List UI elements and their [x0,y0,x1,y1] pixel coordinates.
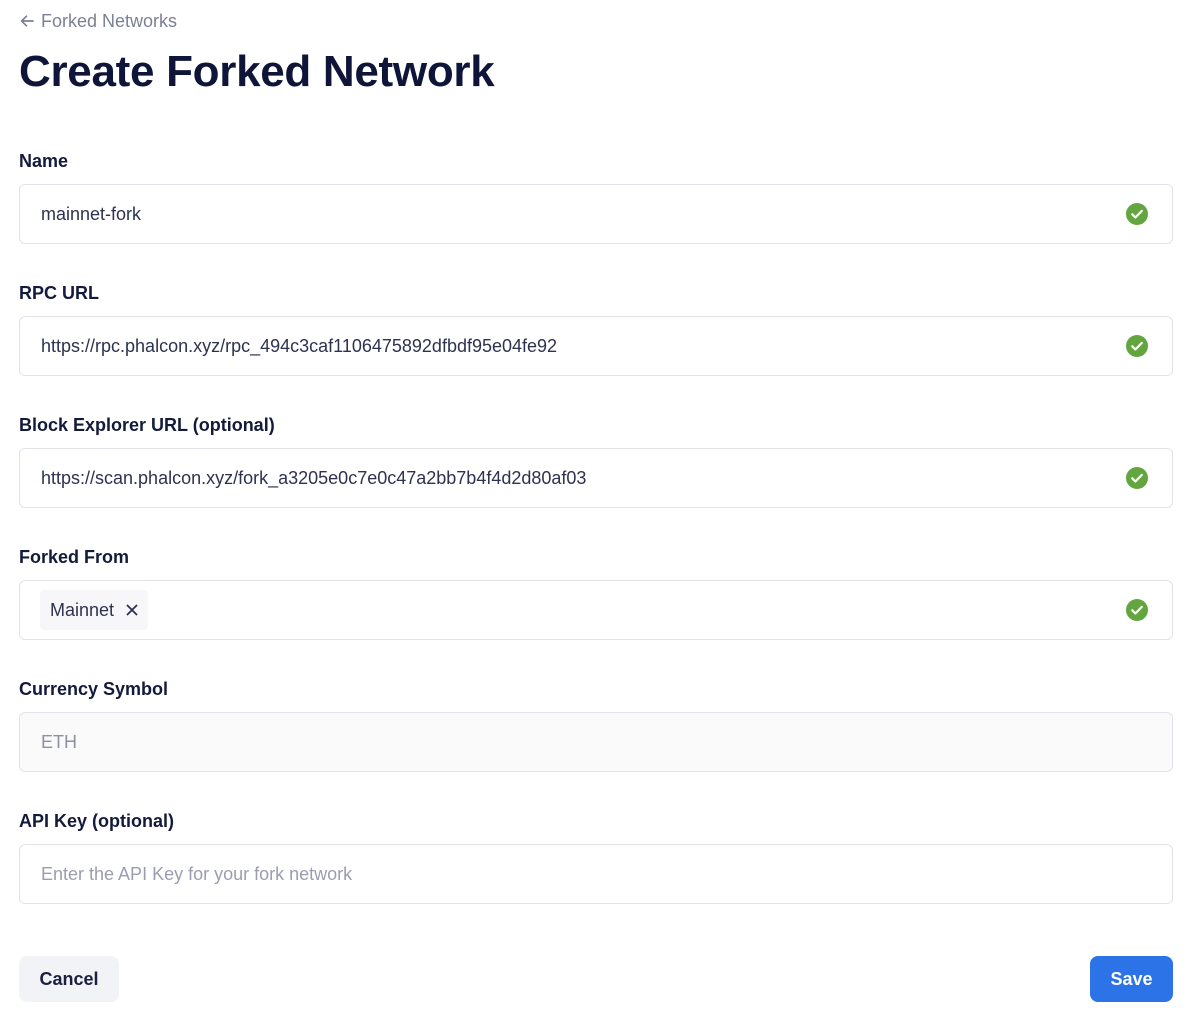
back-to-forked-networks-link[interactable]: Forked Networks [19,9,177,33]
selected-network-label: Mainnet [50,599,115,620]
arrow-left-icon [20,15,34,27]
currency-symbol-input [20,713,1172,771]
valid-check-icon [1126,203,1148,225]
forked-from-select[interactable]: Mainnet [19,580,1173,640]
name-input[interactable] [20,185,1126,243]
api-key-input[interactable] [20,845,1172,903]
api-key-input-box [19,844,1173,904]
block-explorer-url-input[interactable] [20,449,1126,507]
block-explorer-url-label: Block Explorer URL (optional) [19,415,275,435]
remove-tag-button[interactable] [126,604,138,616]
forked-from-label: Forked From [19,547,130,567]
back-link-label: Forked Networks [41,10,178,31]
valid-check-icon [1126,467,1148,489]
name-label: Name [19,151,69,171]
close-icon [126,604,138,616]
selected-network-tag: Mainnet [40,590,149,630]
block-explorer-url-input-box [19,448,1173,508]
save-button[interactable]: Save [1090,956,1173,1002]
valid-check-icon [1126,335,1148,357]
name-input-box [19,184,1173,244]
rpc-url-input-box [19,316,1173,376]
currency-symbol-label: Currency Symbol [19,679,169,699]
cancel-button[interactable]: Cancel [19,956,119,1002]
api-key-label: API Key (optional) [19,811,175,831]
rpc-url-input[interactable] [20,317,1126,375]
page-title: Create Forked Network [19,47,495,96]
currency-symbol-input-box [19,712,1173,772]
rpc-url-label: RPC URL [19,283,99,303]
valid-check-icon [1126,599,1148,621]
